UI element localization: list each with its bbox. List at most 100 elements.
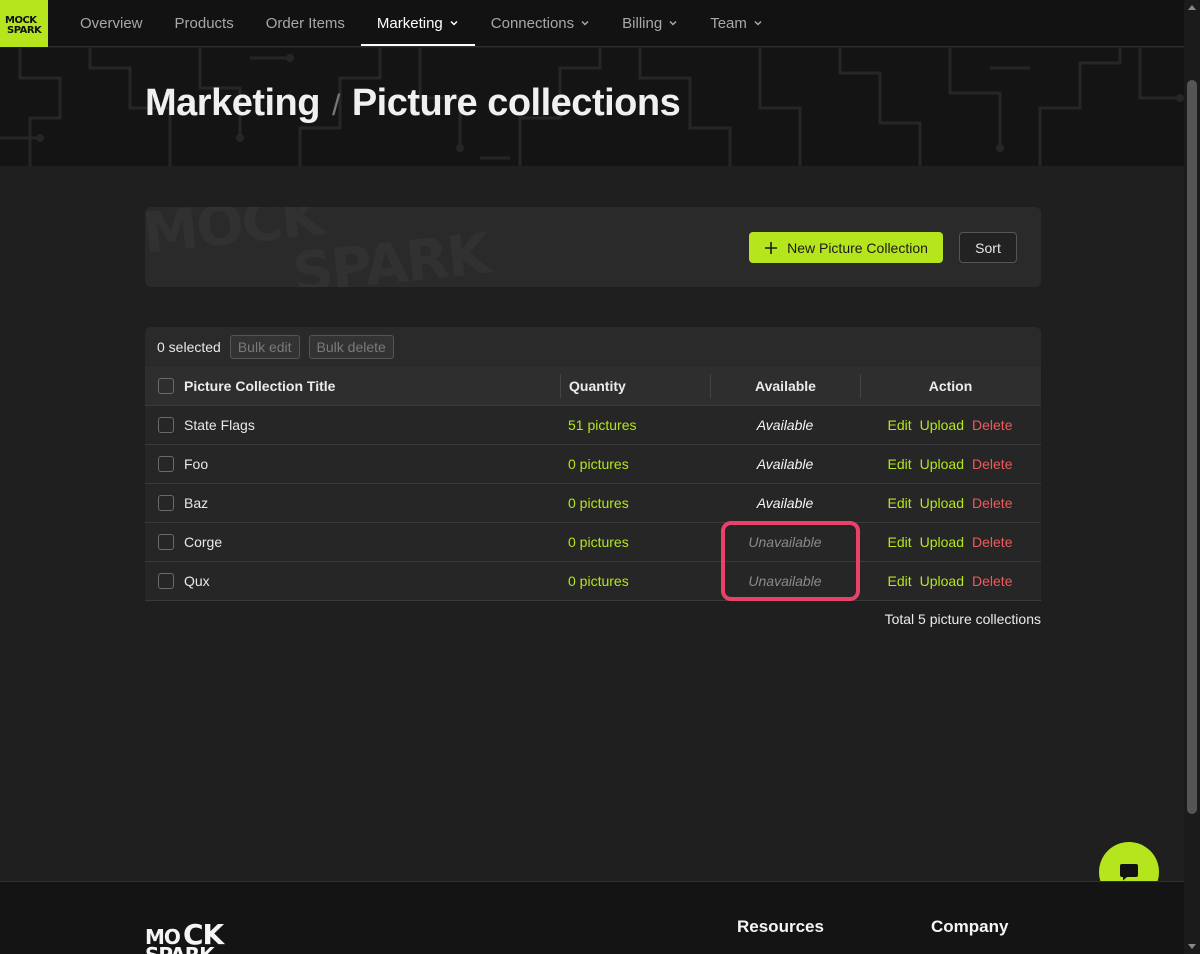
row-quantity-link[interactable]: 51 pictures (568, 417, 636, 433)
row-quantity-link[interactable]: 0 pictures (568, 573, 629, 589)
header-available[interactable]: Available (710, 374, 860, 398)
breadcrumb-parent[interactable]: Marketing (145, 82, 320, 125)
upload-link[interactable]: Upload (920, 573, 964, 589)
svg-text:SPARK: SPARK (7, 25, 43, 35)
collections-table: 0 selected Bulk edit Bulk delete Picture… (145, 327, 1041, 601)
row-title: Baz (184, 495, 209, 511)
table-row: Baz 0 pictures Available Edit Upload Del… (145, 484, 1041, 523)
row-checkbox[interactable] (157, 417, 174, 433)
new-picture-collection-button[interactable]: New Picture Collection (749, 232, 943, 263)
selected-count: 0 selected (157, 339, 221, 355)
table-row: Foo 0 pictures Available Edit Upload Del… (145, 445, 1041, 484)
nav-item-marketing[interactable]: Marketing (360, 0, 475, 46)
row-quantity-link[interactable]: 0 pictures (568, 456, 629, 472)
chat-icon (1120, 864, 1138, 881)
plus-icon (765, 241, 778, 254)
edit-link[interactable]: Edit (888, 495, 912, 511)
nav-item-order-items[interactable]: Order Items (250, 0, 361, 46)
upload-link[interactable]: Upload (920, 495, 964, 511)
svg-text:SPARK: SPARK (145, 943, 216, 954)
nav-item-team[interactable]: Team (694, 0, 779, 46)
footer: MO CK SPARK Resources Company (0, 881, 1184, 954)
scroll-thumb[interactable] (1187, 80, 1197, 814)
delete-link[interactable]: Delete (972, 495, 1012, 511)
nav-item-label: Order Items (265, 14, 345, 32)
row-checkbox[interactable] (157, 495, 174, 511)
row-checkbox[interactable] (157, 534, 174, 550)
top-nav: MOCK SPARK Overview Products Order Items… (0, 0, 1184, 47)
row-actions: Edit Upload Delete (860, 495, 1040, 511)
bulk-edit-button[interactable]: Bulk edit (229, 335, 300, 359)
nav-item-billing[interactable]: Billing (606, 0, 694, 46)
footer-logo[interactable]: MO CK SPARK (145, 914, 255, 954)
row-select-cell (145, 456, 184, 472)
footer-company-heading: Company (931, 917, 1009, 936)
row-available-status: Available (756, 456, 814, 472)
sort-button-label: Sort (975, 239, 1001, 256)
chevron-down-icon (450, 20, 458, 26)
nav-item-label: Marketing (376, 14, 443, 32)
nav-item-connections[interactable]: Connections (475, 0, 606, 46)
row-actions: Edit Upload Delete (860, 534, 1040, 550)
row-available-status: Unavailable (748, 573, 822, 589)
upload-link[interactable]: Upload (920, 456, 964, 472)
page-title: Picture collections (351, 82, 681, 124)
header-quantity[interactable]: Quantity (560, 374, 710, 398)
select-all-checkbox[interactable] (157, 378, 174, 394)
scroll-down-arrow-icon[interactable] (1188, 944, 1196, 949)
scroll-up-arrow-icon[interactable] (1188, 5, 1196, 10)
upload-link[interactable]: Upload (920, 534, 964, 550)
logo-mark: MOCK SPARK (5, 15, 44, 35)
sort-button[interactable]: Sort (959, 232, 1017, 263)
nav-item-label: Products (174, 14, 234, 32)
row-title: State Flags (184, 417, 255, 433)
row-select-cell (145, 573, 184, 589)
nav-items: Overview Products Order Items Marketing … (64, 0, 779, 46)
breadcrumb: Marketing / Picture collections (145, 82, 681, 125)
table-row: Qux 0 pictures Unavailable Edit Upload D… (145, 562, 1041, 601)
header-title[interactable]: Picture Collection Title (184, 378, 560, 394)
logo-watermark: MOCK SPARK (145, 207, 496, 287)
nav-item-overview[interactable]: Overview (64, 0, 159, 46)
row-quantity-link[interactable]: 0 pictures (568, 534, 629, 550)
logo[interactable]: MOCK SPARK (0, 0, 48, 47)
row-checkbox[interactable] (157, 573, 174, 589)
bulk-delete-button[interactable]: Bulk delete (308, 335, 394, 359)
header-action: Action (860, 374, 1040, 398)
bulk-actions-bar: 0 selected Bulk edit Bulk delete (145, 327, 1041, 367)
delete-link[interactable]: Delete (972, 456, 1012, 472)
row-select-cell (145, 417, 184, 433)
upload-link[interactable]: Upload (920, 417, 964, 433)
nav-item-label: Billing (622, 14, 663, 32)
edit-link[interactable]: Edit (888, 456, 912, 472)
row-select-cell (145, 495, 184, 511)
row-available-status: Available (756, 417, 814, 433)
chevron-down-icon (669, 20, 677, 26)
row-title: Qux (184, 573, 210, 589)
row-actions: Edit Upload Delete (860, 417, 1040, 433)
footer-resources-heading: Resources (737, 917, 824, 936)
scrollbar[interactable] (1184, 0, 1200, 954)
table-row: State Flags 51 pictures Available Edit U… (145, 406, 1041, 445)
row-quantity-link[interactable]: 0 pictures (568, 495, 629, 511)
delete-link[interactable]: Delete (972, 573, 1012, 589)
page-header: Marketing / Picture collections (0, 48, 1184, 166)
row-checkbox[interactable] (157, 456, 174, 472)
chevron-down-icon (581, 20, 589, 26)
breadcrumb-separator: / (331, 89, 340, 122)
edit-link[interactable]: Edit (888, 417, 912, 433)
delete-link[interactable]: Delete (972, 534, 1012, 550)
row-available-status: Unavailable (748, 534, 822, 550)
row-title: Foo (184, 456, 209, 472)
nav-item-products[interactable]: Products (159, 0, 250, 46)
toolbar-card: MOCK SPARK New Picture Collection Sort (145, 207, 1041, 287)
total-count: Total 5 picture collections (884, 611, 1041, 627)
chevron-down-icon (754, 20, 762, 26)
row-title: Corge (184, 534, 223, 550)
row-available-status: Available (756, 495, 814, 511)
edit-link[interactable]: Edit (888, 534, 912, 550)
nav-item-label: Team (710, 14, 747, 32)
table-header: Picture Collection Title Quantity Availa… (145, 367, 1041, 406)
delete-link[interactable]: Delete (972, 417, 1012, 433)
edit-link[interactable]: Edit (888, 573, 912, 589)
